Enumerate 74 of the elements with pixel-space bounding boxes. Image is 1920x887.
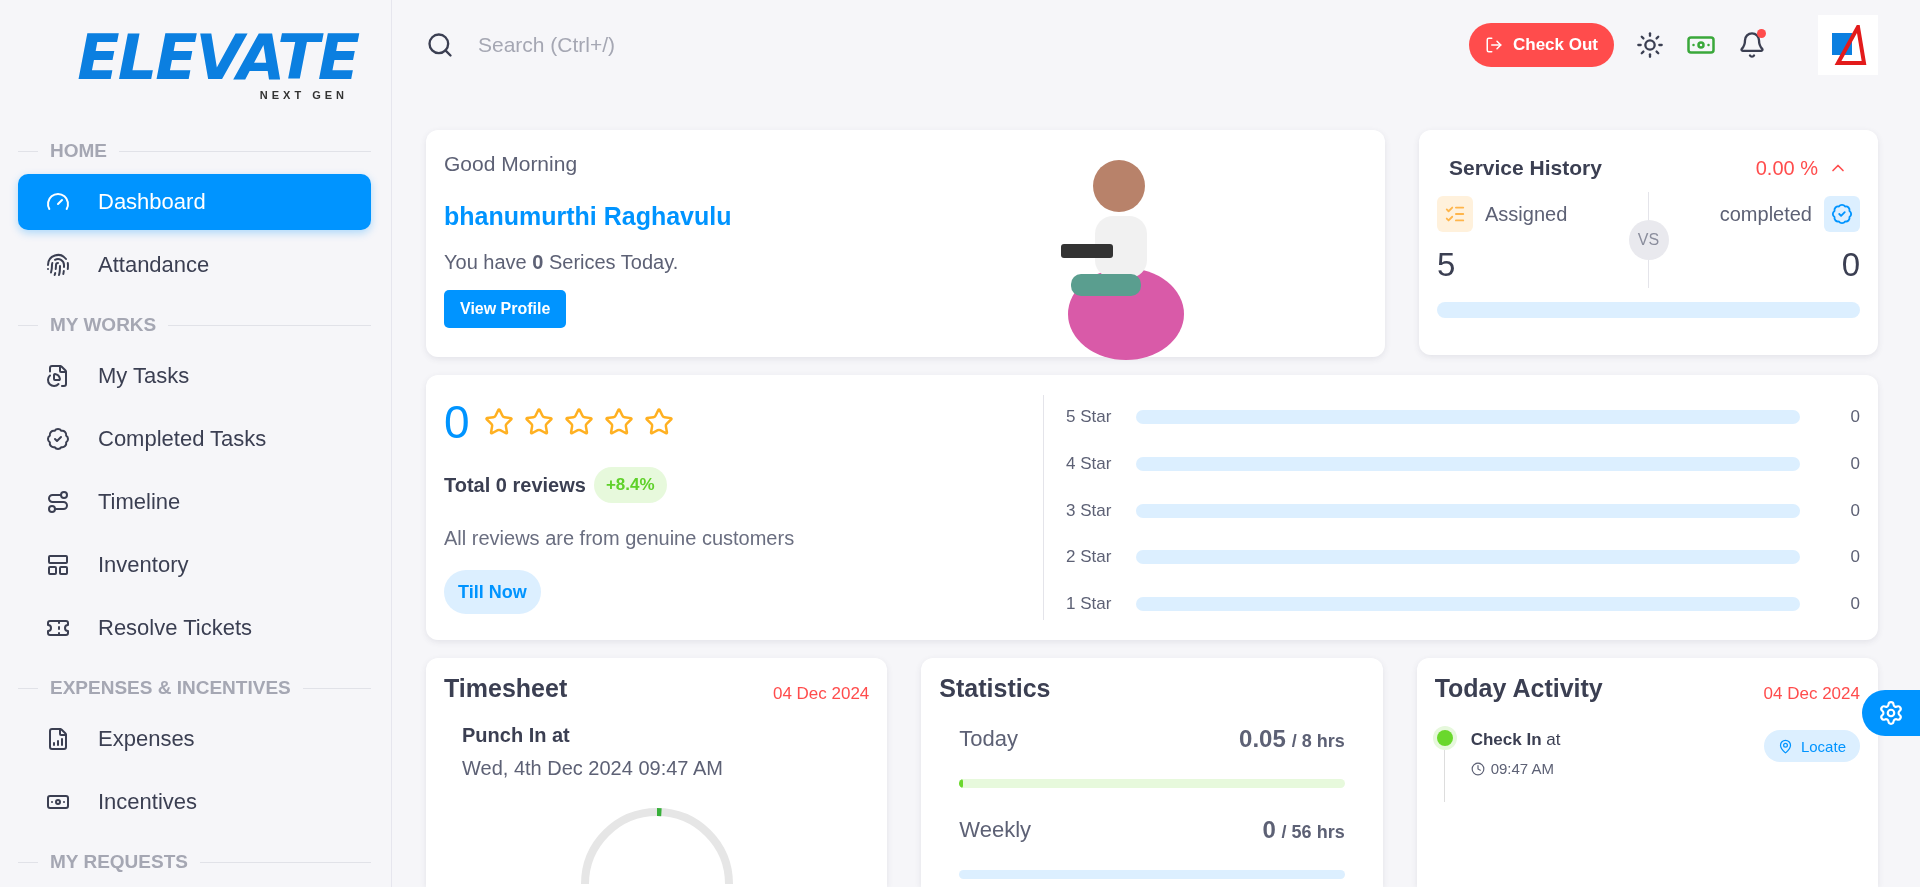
- sidebar-item[interactable]: Inventory: [18, 537, 371, 593]
- timesheet-title: Timesheet: [444, 674, 568, 703]
- sidebar-item[interactable]: Attandance: [18, 237, 371, 293]
- file-chart-icon: [46, 727, 70, 751]
- activity-date: 04 Dec 2024: [1763, 684, 1860, 704]
- sidebar-item[interactable]: Resolve Tickets: [18, 600, 371, 656]
- today-activity-title: Today Activity: [1434, 674, 1603, 703]
- hours-value: 0.05 / 8 hrs: [1239, 725, 1345, 753]
- period-label: Weekly: [959, 817, 1032, 843]
- sidebar-section-title: MY REQUESTS: [50, 851, 188, 873]
- activity-time: 09:47 AM: [1490, 760, 1555, 777]
- star-label: 4 Star: [1066, 453, 1113, 474]
- period-label: Today: [959, 726, 1019, 752]
- rating-count: 0: [1849, 500, 1860, 521]
- services-message: You have 0 Serices Today.: [444, 251, 680, 274]
- search-icon[interactable]: [426, 31, 454, 59]
- rating-count: 0: [1849, 594, 1860, 614]
- rating-count: 0: [1849, 407, 1860, 427]
- change-percentage: 0.00 %: [1755, 156, 1818, 180]
- checklist-icon: [1437, 196, 1473, 232]
- bell-icon[interactable]: [1738, 31, 1766, 59]
- notification-dot: [1757, 29, 1766, 38]
- settings-button[interactable]: [1862, 690, 1920, 736]
- verified-icon: [1824, 196, 1860, 232]
- timesheet-date: 04 Dec 2024: [772, 684, 870, 704]
- pin-icon: [1777, 738, 1793, 754]
- completed-count: 0: [1841, 246, 1860, 284]
- star-label: 1 Star: [1066, 594, 1113, 614]
- route-icon: [46, 490, 70, 514]
- assigned-label: Assigned: [1485, 202, 1568, 226]
- sidebar-item[interactable]: Timeline: [18, 474, 371, 530]
- growth-badge: +8.4%: [593, 467, 667, 503]
- profile-avatar[interactable]: [1818, 15, 1878, 75]
- star-icon: [483, 407, 514, 437]
- sidebar-section-title: MY WORKS: [50, 314, 157, 336]
- sidebar-section-title: EXPENSES & INCENTIVES: [50, 677, 291, 699]
- activity-text: Check In at: [1470, 730, 1562, 750]
- service-history-title: Service History: [1449, 156, 1602, 180]
- badge-check-icon: [46, 427, 70, 451]
- exit-icon: [1484, 36, 1503, 54]
- rating-count: 0: [1849, 453, 1860, 474]
- star-label: 2 Star: [1066, 547, 1113, 568]
- statistics-title: Statistics: [939, 674, 1051, 702]
- sidebar-item[interactable]: My Tasks: [18, 348, 371, 404]
- search-field[interactable]: Search (Ctrl+/): [476, 32, 1447, 58]
- rating-count: 0: [1849, 547, 1860, 568]
- user-name: bhanumurthi Raghavulu: [444, 202, 733, 231]
- vs-label: VS: [1628, 220, 1669, 260]
- completed-label: completed: [1719, 202, 1812, 226]
- settings-icon: [1878, 700, 1904, 726]
- star-label: 5 Star: [1066, 407, 1113, 427]
- sidebar-item[interactable]: Incentives: [18, 774, 371, 830]
- sidebar-item[interactable]: Expenses: [18, 711, 371, 767]
- star-icon: [523, 407, 554, 437]
- rating-score: 0: [444, 395, 470, 449]
- reviews-note: All reviews are from genuine customers: [444, 527, 796, 550]
- total-reviews: Total 0 reviews: [444, 473, 586, 497]
- logo-tagline: NEXT GEN: [259, 89, 348, 101]
- assigned-count: 5: [1437, 246, 1456, 284]
- punch-in-label: Punch In at: [462, 724, 571, 747]
- star-icon: [603, 407, 634, 437]
- hours-value: 0 / 56 hrs: [1262, 816, 1345, 844]
- greeting-text: Good Morning: [444, 152, 579, 176]
- logo-wordmark: ELEVATE: [77, 27, 358, 89]
- star-label: 3 Star: [1066, 500, 1113, 521]
- fingerprint-icon: [46, 253, 70, 277]
- star-icon: [563, 407, 594, 437]
- punch-in-time: Wed, 4th Dec 2024 09:47 AM: [462, 757, 724, 780]
- star-icon: [643, 407, 674, 437]
- sidebar-section-title: HOME: [50, 140, 107, 162]
- sun-icon[interactable]: [1636, 31, 1664, 59]
- file-icon: [46, 364, 70, 388]
- clock-icon: [1470, 761, 1485, 776]
- sidebar-item[interactable]: Completed Tasks: [18, 411, 371, 467]
